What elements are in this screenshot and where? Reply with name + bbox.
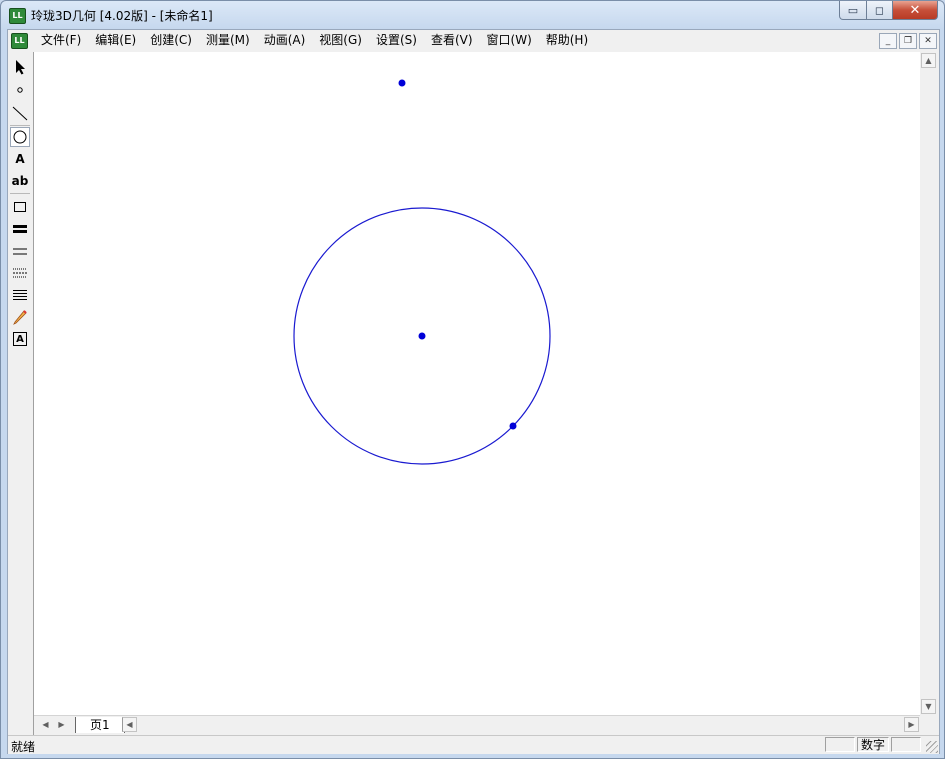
thick-line-icon (13, 225, 27, 233)
menu-view[interactable]: 视图(G) (312, 30, 369, 51)
point-tool[interactable] (10, 80, 30, 100)
line-tool[interactable] (10, 103, 30, 123)
dotted-line-tool[interactable] (10, 263, 30, 283)
line-icon (12, 106, 28, 121)
minimize-icon: ▭ (847, 3, 859, 17)
close-button[interactable]: ✕ (893, 1, 938, 20)
tool-separator (10, 193, 30, 194)
chevron-right-icon: ▶ (58, 720, 65, 729)
vertical-scrollbar[interactable]: ▲ ▼ (920, 52, 937, 715)
num-lock-indicator: 数字 (857, 737, 889, 752)
chevron-down-icon: ▼ (925, 702, 932, 711)
circle-radius-point[interactable] (509, 422, 517, 430)
tool-palette: A ab A (8, 52, 34, 735)
chevron-left-icon: ◀ (42, 720, 49, 729)
page-tab-1[interactable]: 页1 (75, 717, 125, 733)
geometry-canvas-svg (293, 79, 551, 465)
chevron-left-icon: ◀ (126, 720, 133, 729)
pencil-tool[interactable] (10, 307, 30, 327)
window-title: 玲珑3D几何 [4.02版] - [未命名1] (31, 9, 213, 23)
tool-separator (10, 125, 30, 126)
hscroll-right-button[interactable]: ▶ (904, 717, 919, 732)
hscroll-left-button[interactable]: ◀ (122, 717, 137, 732)
title-bar[interactable]: LL 玲珑3D几何 [4.02版] - [未命名1] ▭ ◻ ✕ (1, 1, 944, 29)
window-controls: ▭ ◻ ✕ (839, 1, 938, 21)
pencil-icon (13, 310, 27, 325)
menu-animate[interactable]: 动画(A) (257, 30, 313, 51)
circle-icon (13, 130, 27, 144)
chevron-up-icon: ▲ (925, 56, 932, 65)
document-window-controls: _ ❐ ✕ (879, 33, 937, 49)
doc-minimize-button[interactable]: _ (879, 33, 897, 49)
doc-restore-button[interactable]: ❐ (899, 33, 917, 49)
mdi-client: LL 文件(F) 编辑(E) 创建(C) 测量(M) 动画(A) 视图(G) 设… (7, 29, 940, 754)
dotted-line-icon (13, 268, 27, 278)
close-icon: ✕ (909, 2, 921, 18)
menu-file[interactable]: 文件(F) (34, 30, 88, 51)
thick-line-tool[interactable] (10, 219, 30, 239)
minimize-button[interactable]: ▭ (839, 1, 867, 20)
menu-window[interactable]: 窗口(W) (480, 30, 539, 51)
app-logo-icon: LL (9, 8, 26, 24)
rectangle-icon (14, 202, 26, 212)
drawing-canvas[interactable] (34, 52, 920, 715)
menu-edit[interactable]: 编辑(E) (88, 30, 143, 51)
label-tool[interactable]: ab (10, 171, 30, 191)
scroll-down-button[interactable]: ▼ (921, 699, 936, 714)
menu-create[interactable]: 创建(C) (143, 30, 199, 51)
chevron-right-icon: ▶ (908, 720, 915, 729)
multi-line-icon (13, 290, 27, 300)
status-pane-empty (825, 737, 855, 752)
scroll-up-button[interactable]: ▲ (921, 53, 936, 68)
maximize-button[interactable]: ◻ (867, 1, 893, 20)
thin-line-tool[interactable] (10, 241, 30, 261)
tab-scroll-left-button[interactable]: ◀ (38, 717, 53, 732)
text-frame-tool[interactable]: A (10, 329, 30, 349)
text-A-icon: A (15, 152, 25, 166)
circle-tool[interactable] (10, 127, 30, 147)
document-icon[interactable]: LL (11, 32, 28, 49)
menu-bar: LL 文件(F) 编辑(E) 创建(C) 测量(M) 动画(A) 视图(G) 设… (8, 30, 939, 51)
status-message: 就绪 (11, 740, 36, 754)
circle-center-point[interactable] (418, 332, 426, 340)
text-ab-icon: ab (11, 174, 29, 188)
tab-scroll-right-button[interactable]: ▶ (54, 717, 69, 732)
point-icon (17, 87, 23, 93)
thin-line-icon (13, 248, 27, 255)
app-window: LL 玲珑3D几何 [4.02版] - [未命名1] ▭ ◻ ✕ LL 文件(F… (0, 0, 945, 759)
menu-settings[interactable]: 设置(S) (369, 30, 424, 51)
maximize-icon: ◻ (874, 3, 885, 17)
page-tab-bar: ◀ ▶ 页1 ◀ ▶ (34, 715, 920, 734)
menu-measure[interactable]: 测量(M) (199, 30, 257, 51)
text-frame-label: A (16, 333, 24, 345)
free-point[interactable] (398, 79, 406, 87)
doc-close-button[interactable]: ✕ (919, 33, 937, 49)
arrow-select-tool[interactable] (10, 57, 30, 77)
status-pane-empty (891, 737, 921, 752)
resize-grip-icon[interactable] (926, 741, 938, 753)
arrow-icon (16, 60, 25, 75)
text-tool[interactable]: A (10, 149, 30, 169)
menu-help[interactable]: 帮助(H) (539, 30, 595, 51)
rectangle-tool[interactable] (10, 197, 30, 217)
multi-line-tool[interactable] (10, 285, 30, 305)
status-bar: 就绪 数字 (8, 735, 939, 754)
menu-look[interactable]: 查看(V) (424, 30, 480, 51)
